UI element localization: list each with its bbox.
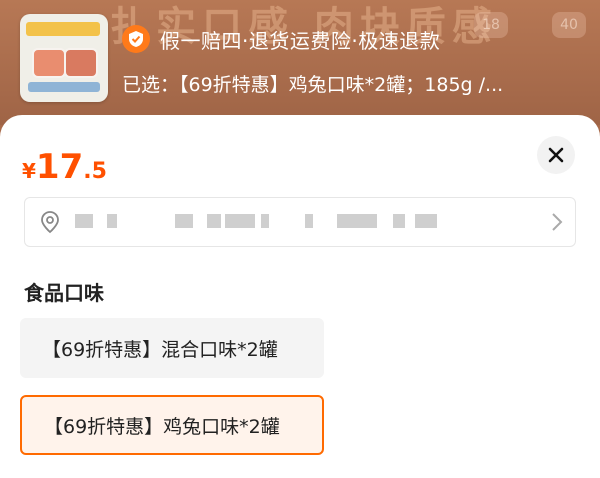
option-chicken-rabbit-flavor[interactable]: 【69折特惠】鸡兔口味*2罐 bbox=[20, 395, 324, 455]
guarantee-row: 假一赔四·退货运费险·极速退款 bbox=[122, 24, 440, 54]
product-thumbnail[interactable] bbox=[20, 14, 108, 102]
section-title: 食品口味 bbox=[24, 281, 104, 305]
location-pin-icon bbox=[41, 211, 59, 234]
background-chip: 18 bbox=[474, 12, 508, 38]
shield-check-icon bbox=[122, 25, 150, 53]
close-icon bbox=[548, 147, 564, 163]
product-header-backdrop: 扎实口感 肉块质感 18 40 假一赔四·退货运费险·极速退款 已选：【69折特… bbox=[0, 0, 600, 125]
thumbnail-base bbox=[28, 82, 100, 92]
price-decimal: .5 bbox=[83, 159, 107, 184]
price-currency: ¥ bbox=[22, 159, 36, 183]
thumbnail-banner bbox=[26, 22, 100, 36]
option-mixed-flavor[interactable]: 【69折特惠】混合口味*2罐 bbox=[20, 318, 324, 378]
background-chip: 40 bbox=[552, 12, 586, 38]
thumbnail-can bbox=[32, 48, 66, 78]
thumbnail-can bbox=[64, 48, 98, 78]
chevron-right-icon bbox=[552, 213, 563, 231]
close-button[interactable] bbox=[537, 136, 575, 174]
price-integer: 17 bbox=[35, 147, 84, 187]
selected-variant-text: 已选：【69折特惠】鸡兔口味*2罐；185g /... bbox=[122, 74, 504, 96]
sku-bottom-sheet: ¥17.5 食品口味 【69折特惠】混合口味*2罐 【69折特惠】鸡兔口味*2罐 bbox=[0, 115, 600, 478]
price: ¥17.5 bbox=[22, 147, 107, 187]
address-selector[interactable] bbox=[24, 197, 576, 247]
guarantee-text: 假一赔四·退货运费险·极速退款 bbox=[160, 28, 441, 53]
